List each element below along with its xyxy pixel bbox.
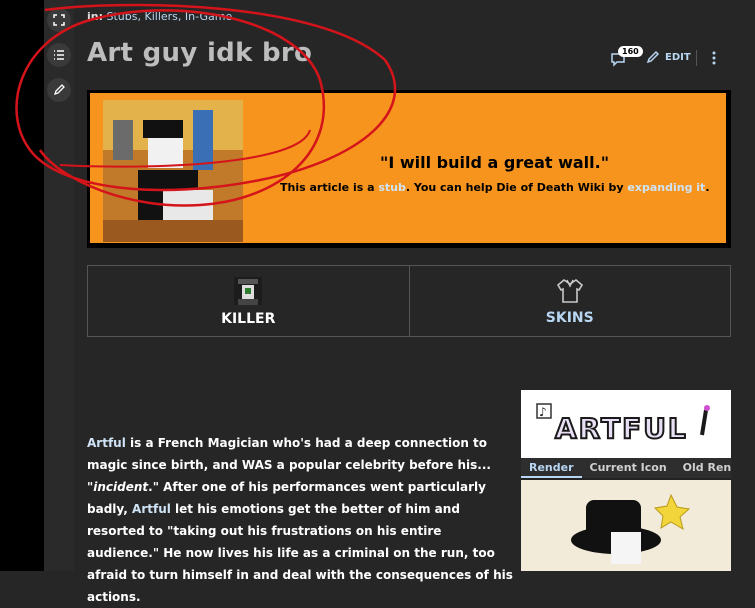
section-nav: KILLER SKINS [87,265,731,337]
stub-quote: "I will build a great wall." [380,153,610,172]
article-text-3: let his emotions get the better of him a… [87,502,513,604]
list-icon [54,50,64,60]
article-italic: incident [93,480,149,494]
tab-skins[interactable]: SKINS [408,266,731,336]
page-title: Art guy idk bro [87,38,313,68]
stub-link[interactable]: stub [378,181,406,194]
infobox-tab-render[interactable]: Render [521,458,582,478]
svg-text:ARTFUL: ARTFUL [555,412,688,445]
category-prefix: in: [87,10,104,23]
pencil-icon [646,50,660,64]
comments-count-badge: 160 [618,46,643,57]
tab-skins-label: SKINS [545,310,594,326]
infobox-render-image [521,480,731,571]
toolbar-divider [696,50,697,66]
artful-link-2[interactable]: Artful [132,502,171,516]
stub-message: This article is a stub. You can help Die… [280,181,710,194]
stub-text-2: . You can help Die of Death Wiki by [405,181,628,194]
shirt-icon [556,279,583,303]
infobox-tabs: Render Current Icon Old Ren [521,458,731,478]
tab-killer[interactable]: KILLER [88,266,409,336]
stub-text-3: . [705,181,710,194]
svg-text:♪: ♪ [539,405,547,419]
expanding-link[interactable]: expanding it [627,181,705,194]
artful-link[interactable]: Artful [87,436,126,450]
category-links[interactable]: Stubs, Killers, In-Game [107,10,233,23]
stub-banner-body: "I will build a great wall." This articl… [90,93,726,243]
edit-button[interactable]: EDIT [646,50,691,64]
category-breadcrumb: in: Stubs, Killers, In-Game [87,10,232,23]
stub-banner: "I will build a great wall." This articl… [87,90,731,248]
infobox-tab-current-icon[interactable]: Current Icon [582,458,675,478]
left-black-strip [0,0,44,571]
artful-logo-image: ♪ ARTFUL [536,403,710,446]
table-of-contents-button[interactable] [47,43,71,67]
more-options-icon[interactable] [708,50,720,66]
article-intro: Artful is a French Magician who's had a … [87,432,517,608]
infobox-tab-old-render[interactable]: Old Ren [675,458,740,478]
artful-character-image [103,100,243,242]
expand-icon [53,14,65,26]
killer-icon [234,277,263,305]
rail-edit-button[interactable] [47,78,71,102]
infobox-logo: ♪ ARTFUL [521,390,731,458]
character-infobox: ♪ ARTFUL Render Current Icon Old Ren [521,390,731,571]
pencil-icon [53,84,65,96]
stub-text-1: This article is a [280,181,379,194]
fullscreen-button[interactable] [47,8,71,32]
tab-killer-label: KILLER [221,311,276,327]
edit-label: EDIT [665,51,691,63]
